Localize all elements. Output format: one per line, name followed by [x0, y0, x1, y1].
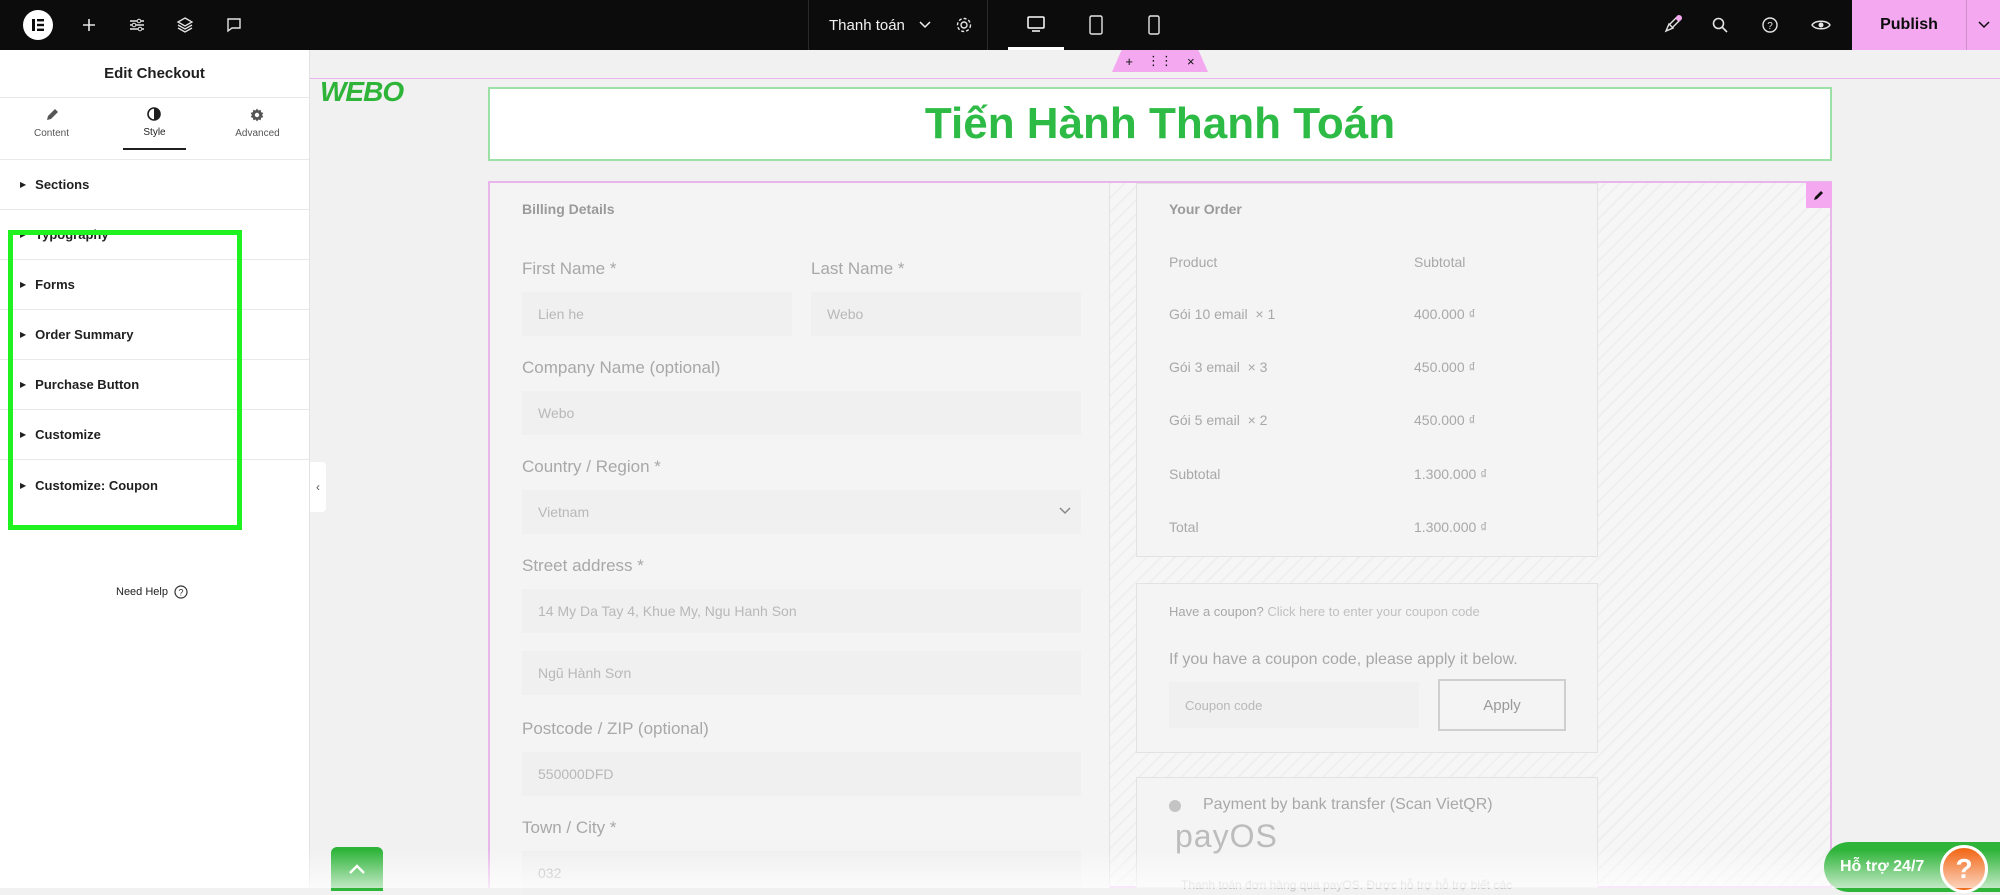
search-icon[interactable] [1708, 0, 1732, 50]
section-label: Sections [35, 177, 90, 192]
coupon-code-input[interactable]: Coupon code [1169, 682, 1419, 728]
preview-eye-icon[interactable] [1808, 0, 1834, 50]
chevron-up-icon [349, 864, 365, 874]
support-label: Hỗ trợ 24/7 [1840, 858, 1925, 875]
page-settings-gear-icon[interactable] [952, 0, 976, 50]
site-settings-icon[interactable] [125, 0, 149, 50]
notifications-rocket-icon[interactable] [1658, 0, 1686, 50]
top-bar: Thanh toán ? Publish [0, 0, 2000, 50]
order-item-price: 450.000 ₫ [1414, 412, 1476, 428]
help-circle-icon: ? [174, 585, 188, 599]
payos-logo: payOS [1175, 818, 1278, 854]
tab-advanced-label: Advanced [235, 128, 280, 139]
country-value: Vietnam [538, 504, 590, 520]
mobile-view-icon[interactable] [1140, 0, 1168, 50]
payment-method-label: Payment by bank transfer (Scan VietQR) [1203, 796, 1493, 813]
country-label: Country / Region * [522, 457, 661, 476]
section-handle[interactable]: + ⋮⋮ × [1112, 50, 1208, 72]
need-help-link[interactable]: Need Help ? [116, 585, 188, 599]
coupon-info: If you have a coupon code, please apply … [1169, 651, 1518, 668]
street-input-1[interactable]: 14 My Da Tay 4, Khue My, Ngu Hanh Son [522, 589, 1081, 633]
need-help-label: Need Help [116, 586, 168, 598]
drag-handle-icon[interactable]: ⋮⋮ [1147, 53, 1173, 69]
chevron-down-icon [919, 18, 931, 32]
tab-style[interactable]: Style [103, 98, 206, 159]
first-name-label: First Name * [522, 259, 617, 278]
help-icon[interactable]: ? [1758, 0, 1782, 50]
payment-box: Payment by bank transfer (Scan VietQR) p… [1136, 777, 1598, 892]
last-name-input[interactable]: Webo [811, 292, 1081, 336]
order-title: Your Order [1169, 201, 1242, 217]
coupon-prompt: Have a coupon? Click here to enter your … [1169, 604, 1480, 619]
add-section-icon[interactable]: + [1125, 54, 1133, 69]
pencil-icon [46, 109, 58, 120]
street-label: Street address * [522, 556, 644, 575]
structure-layers-icon[interactable] [173, 0, 197, 50]
billing-title: Billing Details [522, 201, 615, 217]
street-input-2[interactable]: Ngũ Hành Sơn [522, 651, 1081, 695]
apply-coupon-button[interactable]: Apply [1438, 679, 1566, 731]
city-input[interactable]: 032 [522, 851, 1081, 895]
add-element-icon[interactable] [78, 0, 100, 50]
payment-note: Thanh toán đơn hàng qua payOS. Được hỗ t… [1181, 878, 1513, 892]
publish-button[interactable]: Publish [1852, 0, 2000, 50]
country-select[interactable]: Vietnam [522, 490, 1081, 534]
tablet-view-icon[interactable] [1080, 0, 1112, 50]
edit-widget-pencil-icon[interactable] [1806, 182, 1832, 208]
close-icon[interactable]: × [1187, 54, 1195, 69]
collapse-panel-chevron-icon[interactable]: ‹ [310, 462, 326, 512]
order-summary: Your Order Product Subtotal Gói 10 email… [1136, 183, 1598, 557]
panel-title: Edit Checkout [0, 50, 309, 98]
gear-icon [251, 108, 264, 122]
chevron-down-icon [1059, 507, 1071, 515]
desktop-view-icon[interactable] [1008, 0, 1064, 50]
tab-style-label: Style [143, 127, 166, 138]
webo-logo[interactable]: WEBO [320, 76, 404, 108]
elementor-logo-icon[interactable] [23, 10, 53, 40]
order-item-name: Gói 3 email × 3 [1169, 359, 1268, 375]
col-subtotal: Subtotal [1414, 254, 1466, 270]
heading-widget[interactable]: Tiến Hành Thanh Toán [488, 87, 1832, 161]
subtotal-label: Subtotal [1169, 466, 1221, 482]
company-input[interactable]: Webo [522, 391, 1081, 435]
comments-icon[interactable] [222, 0, 246, 50]
first-name-input[interactable]: Lien he [522, 292, 792, 336]
tab-advanced[interactable]: Advanced [206, 98, 309, 159]
svg-text:?: ? [178, 588, 183, 598]
last-name-label: Last Name * [811, 259, 905, 278]
subtotal-value: 1.300.000 ₫ [1414, 466, 1488, 482]
billing-details: Billing Details First Name * Lien he Las… [490, 183, 1110, 895]
city-label: Town / City * [522, 818, 617, 837]
tab-content-label: Content [33, 128, 70, 139]
section-sections[interactable]: ▶ Sections [0, 160, 309, 210]
page-name: Thanh toán [829, 16, 905, 34]
order-item-price: 400.000 ₫ [1414, 306, 1476, 322]
payment-radio[interactable] [1169, 800, 1181, 812]
publish-label: Publish [1880, 16, 1938, 33]
total-label: Total [1169, 519, 1199, 535]
order-item-name: Gói 10 email × 1 [1169, 306, 1276, 322]
highlight-box [8, 230, 242, 530]
order-item-price: 450.000 ₫ [1414, 359, 1476, 375]
svg-text:?: ? [1767, 21, 1773, 32]
caret-right-icon: ▶ [20, 180, 27, 189]
support-question-icon: ? [1940, 845, 1988, 893]
postcode-input[interactable]: 550000DFD [522, 752, 1081, 796]
support-widget[interactable]: Hỗ trợ 24/7 ? [1824, 842, 2000, 893]
company-label: Company Name (optional) [522, 358, 721, 377]
panel-tabs: Content Style Advanced [0, 98, 309, 160]
order-item-name: Gói 5 email × 2 [1169, 412, 1268, 428]
tab-content[interactable]: Content [0, 98, 103, 159]
coupon-link[interactable]: Click here to enter your coupon code [1267, 604, 1479, 619]
postcode-label: Postcode / ZIP (optional) [522, 719, 709, 738]
coupon-prompt-text: Have a coupon? [1169, 604, 1264, 619]
brand-text: WEBO [320, 76, 404, 107]
contrast-icon [147, 107, 162, 121]
total-value: 1.300.000 ₫ [1414, 519, 1488, 535]
publish-options-chevron-icon[interactable] [1966, 0, 2000, 50]
page-heading: Tiến Hành Thanh Toán [924, 99, 1396, 148]
col-product: Product [1169, 254, 1218, 270]
scroll-to-top-button[interactable] [331, 847, 383, 891]
